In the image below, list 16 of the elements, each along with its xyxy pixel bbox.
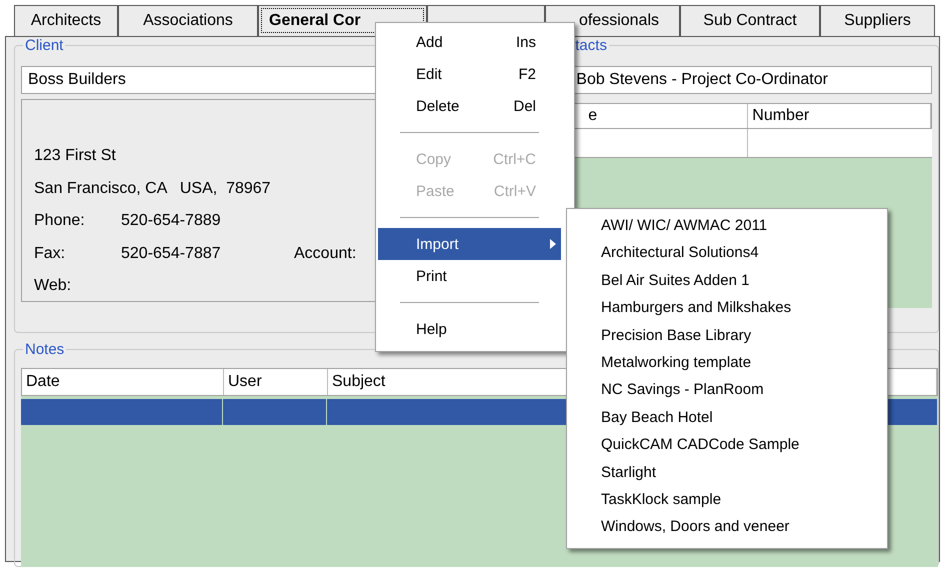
field-value: 520-654-7889 [121, 212, 221, 230]
address-line: San Francisco, CA USA, 78967 [34, 180, 271, 198]
column-header: Number [748, 104, 931, 128]
column-header: User [224, 369, 328, 395]
shortcut-label: F2 [518, 66, 536, 82]
shortcut-label: Ins [516, 34, 536, 50]
column-header: Date [22, 369, 224, 395]
shortcut-label: Del [513, 98, 536, 114]
shortcut-label: Ctrl+C [493, 150, 536, 168]
field-label: Phone: [34, 212, 85, 230]
address-line: 123 First St [34, 147, 116, 166]
field-label: Fax: [34, 244, 66, 263]
field-label: Web: [34, 277, 72, 296]
shortcut-label: Ctrl+V [494, 182, 536, 200]
field-label: Account: [294, 244, 356, 263]
field-value: 520-654-7887 [121, 244, 221, 263]
